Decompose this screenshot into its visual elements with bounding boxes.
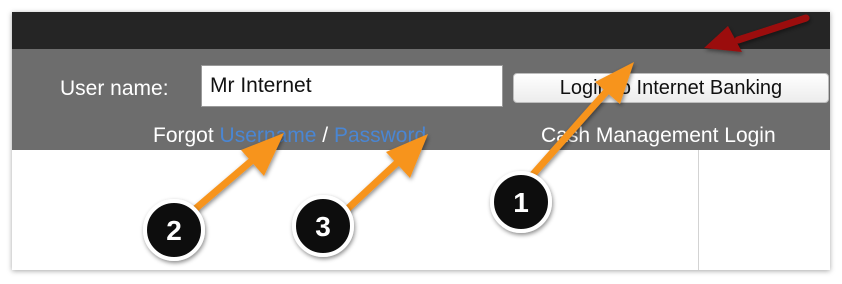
cash-management-login-link[interactable]: Cash Management Login [541, 124, 776, 148]
login-button[interactable]: Login to Internet Banking [513, 73, 829, 103]
forgot-label: Forgot [153, 124, 214, 147]
top-bar [12, 12, 830, 49]
forgot-username-link[interactable]: Username [220, 124, 317, 147]
screenshot-frame: User name: Login to Internet Banking For… [12, 12, 830, 270]
content-divider [698, 150, 699, 270]
forgot-password-link[interactable]: Password [334, 124, 426, 147]
login-bar: User name: Login to Internet Banking For… [12, 49, 830, 150]
username-input[interactable] [201, 65, 503, 107]
username-label: User name: [60, 77, 169, 100]
forgot-links: Forgot Username / Password [153, 124, 426, 148]
forgot-separator: / [322, 124, 329, 147]
